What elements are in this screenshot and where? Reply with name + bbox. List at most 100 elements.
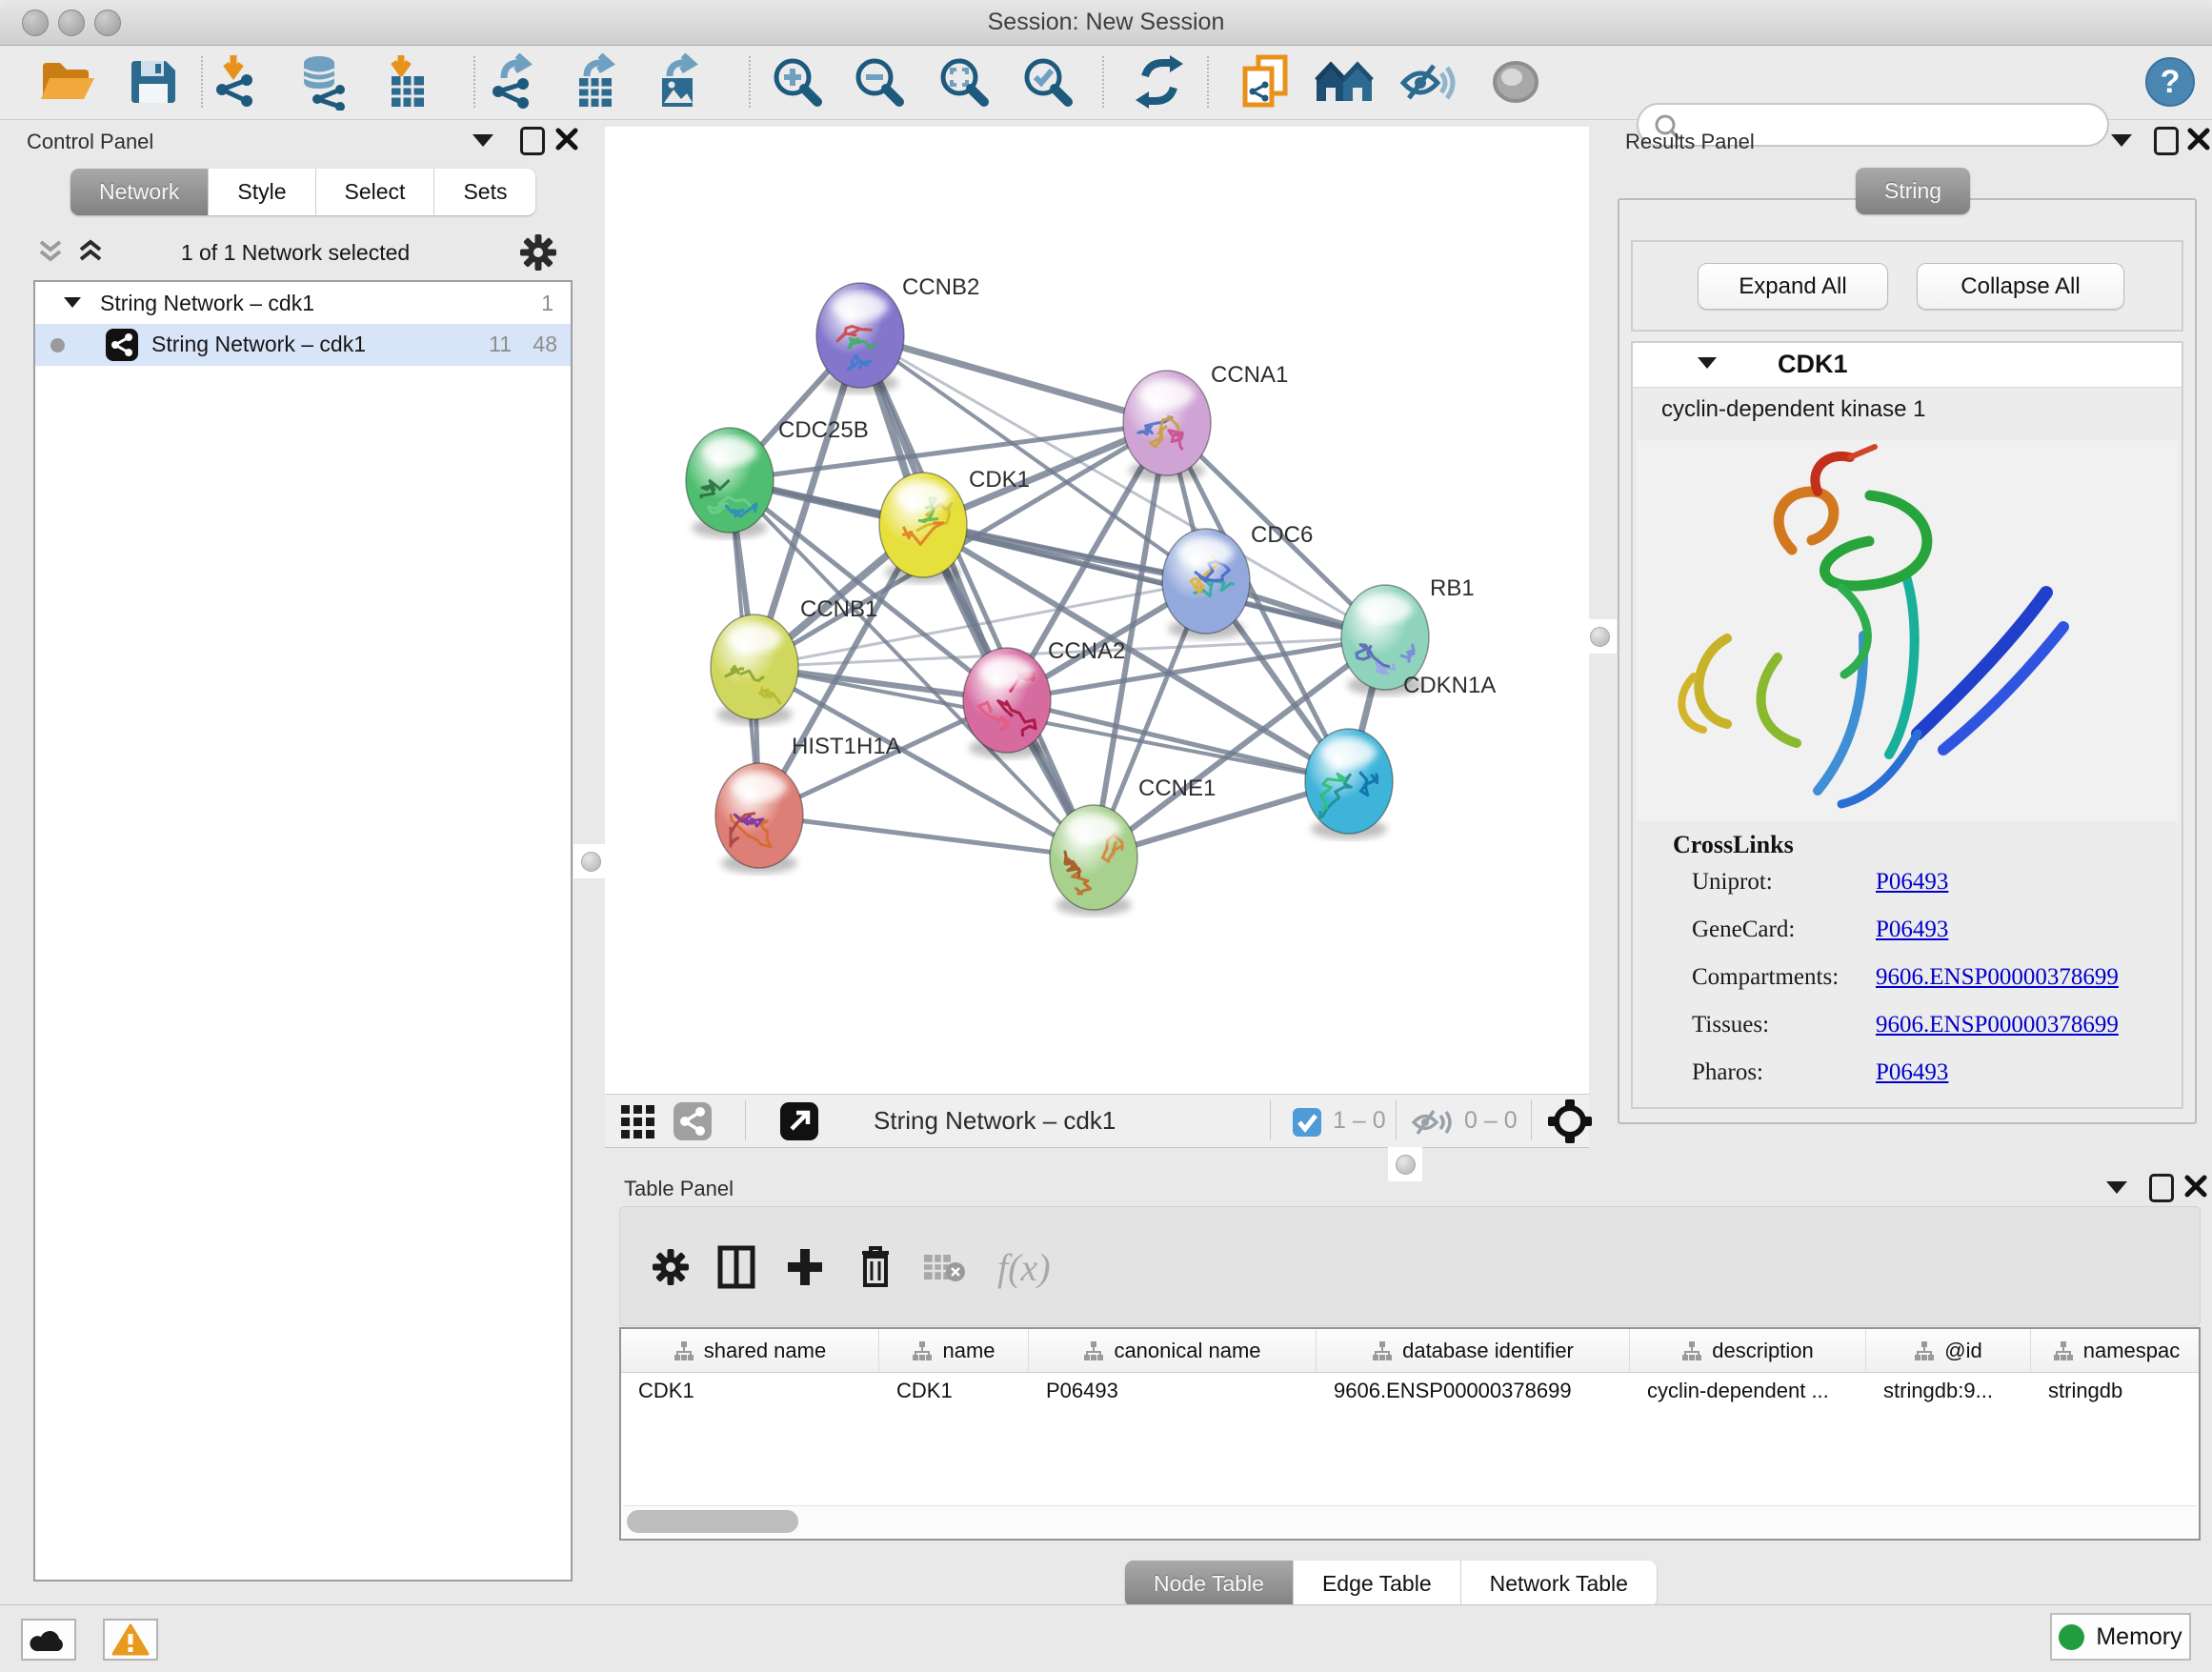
grid-view-icon[interactable] — [620, 1104, 656, 1140]
tab-node-table[interactable]: Node Table — [1125, 1561, 1294, 1607]
tab-sets[interactable]: Sets — [434, 169, 535, 215]
tab-select[interactable]: Select — [316, 169, 435, 215]
show-columns-icon[interactable] — [717, 1245, 755, 1289]
left-splitter-handle[interactable] — [573, 844, 608, 878]
expand-all-button[interactable]: Expand All — [1698, 263, 1888, 310]
table-cell[interactable]: CDK1 — [638, 1379, 875, 1403]
save-session-button[interactable] — [126, 55, 179, 109]
network-node-CDC25B[interactable] — [686, 428, 774, 538]
houses-icon-button[interactable] — [1315, 57, 1377, 107]
zoom-out-button[interactable] — [852, 54, 907, 110]
fit-selected-crosshair-icon[interactable] — [1548, 1099, 1592, 1143]
table-cell[interactable]: P06493 — [1046, 1379, 1313, 1403]
horizontal-scrollbar[interactable] — [623, 1505, 2197, 1537]
panel-float-icon[interactable] — [2154, 127, 2179, 155]
delete-column-trash-icon[interactable] — [856, 1243, 895, 1289]
memory-button[interactable]: Memory — [2050, 1613, 2191, 1661]
node-label-CCNA2: CCNA2 — [1048, 638, 1125, 664]
network-edge-HIST1H1A-CCNE1[interactable] — [759, 816, 1094, 857]
panel-close-icon[interactable] — [2183, 1174, 2208, 1199]
panel-float-icon[interactable] — [2149, 1174, 2174, 1202]
network-node-HIST1H1A[interactable] — [715, 763, 803, 874]
table-cell[interactable]: stringdb — [2048, 1379, 2199, 1403]
export-image-button[interactable] — [651, 53, 706, 111]
collapse-all-button[interactable]: Collapse All — [1917, 263, 2124, 310]
zoom-in-button[interactable] — [770, 54, 825, 110]
network-row-selected[interactable]: String Network – cdk1 11 48 — [35, 324, 571, 366]
gene-section: CDK1 cyclin-dependent kinase 1 — [1631, 341, 2183, 1109]
network-collection-row[interactable]: String Network – cdk1 1 — [35, 284, 571, 324]
refresh-layout-button[interactable] — [1132, 55, 1187, 109]
help-button[interactable]: ? — [2144, 56, 2196, 108]
memory-status-dot-icon — [2059, 1624, 2084, 1650]
panel-menu-caret-icon[interactable] — [2106, 1181, 2127, 1194]
network-edge-CCNB2-CCNE1[interactable] — [860, 335, 1094, 857]
import-table-button[interactable] — [378, 53, 432, 111]
network-node-CDC6[interactable] — [1162, 529, 1250, 639]
column-header-database-identifier[interactable]: database identifier — [1317, 1329, 1630, 1372]
open-in-window-icon[interactable] — [780, 1102, 818, 1140]
network-node-CCNB1[interactable] — [711, 614, 798, 725]
import-network-database-button[interactable] — [294, 53, 353, 111]
duplicate-network-button[interactable] — [1237, 53, 1291, 111]
gene-collapse-caret-icon[interactable] — [1698, 357, 1717, 369]
column-header-name[interactable]: name — [879, 1329, 1029, 1372]
gene-description: cyclin-dependent kinase 1 — [1661, 396, 1926, 423]
tab-edge-table[interactable]: Edge Table — [1294, 1561, 1461, 1607]
column-header-shared-name[interactable]: shared name — [621, 1329, 879, 1372]
cloud-button[interactable] — [21, 1619, 76, 1661]
results-panel: Results Panel String Expand All Collapse… — [1610, 120, 2212, 1130]
open-session-button[interactable] — [37, 55, 96, 109]
export-table-button[interactable] — [568, 53, 623, 111]
tree-expand-caret-icon[interactable] — [64, 297, 81, 308]
table-cell[interactable]: 9606.ENSP00000378699 — [1334, 1379, 1626, 1403]
column-header-namespac[interactable]: namespac — [2031, 1329, 2201, 1372]
network-node-CCNA2[interactable] — [963, 648, 1051, 758]
gear-icon[interactable] — [518, 232, 558, 272]
zoom-selected-button[interactable] — [1020, 54, 1076, 110]
tab-style[interactable]: Style — [209, 169, 315, 215]
crosslink-row: Pharos:P06493 — [1692, 1059, 2168, 1107]
zoom-fit-button[interactable] — [936, 54, 992, 110]
export-network-button[interactable] — [487, 53, 542, 111]
panel-menu-caret-icon[interactable] — [473, 134, 493, 147]
show-all-eye-button[interactable] — [1488, 58, 1543, 106]
gear-icon[interactable] — [651, 1247, 691, 1287]
table-toolbar: f(x) — [619, 1206, 2201, 1326]
crosslink-link[interactable]: 9606.ENSP00000378699 — [1876, 1012, 2119, 1038]
column-header-description[interactable]: description — [1630, 1329, 1866, 1372]
panel-close-icon[interactable] — [554, 127, 579, 151]
import-network-file-button[interactable] — [211, 53, 266, 111]
tab-string[interactable]: String — [1856, 168, 1970, 214]
table-cell[interactable]: stringdb:9... — [1883, 1379, 2027, 1403]
warnings-button[interactable] — [103, 1619, 158, 1661]
gene-header[interactable]: CDK1 — [1633, 343, 2182, 388]
panel-close-icon[interactable] — [2186, 127, 2211, 151]
crosslink-link[interactable]: P06493 — [1876, 1059, 1948, 1086]
column-header-canonical-name[interactable]: canonical name — [1029, 1329, 1317, 1372]
add-column-plus-icon[interactable] — [784, 1245, 826, 1289]
network-node-CDKN1A[interactable] — [1305, 729, 1393, 839]
network-selected-status: 1 of 1 Network selected — [10, 240, 581, 266]
network-share-icon — [106, 329, 138, 361]
network-canvas[interactable]: CCNB2CCNA1CDC25BCDK1CDC6RB1CCNB1CCNA2CDK… — [605, 127, 1589, 1094]
crosslink-link[interactable]: P06493 — [1876, 917, 1948, 943]
table-cell[interactable]: cyclin-dependent ... — [1647, 1379, 1862, 1403]
crosslink-link[interactable]: 9606.ENSP00000378699 — [1876, 964, 2119, 991]
hide-selected-eye-slash-button[interactable] — [1398, 56, 1458, 108]
selected-checkbox-icon[interactable] — [1293, 1108, 1321, 1137]
birds-eye-share-icon[interactable] — [674, 1102, 712, 1140]
network-node-CCNB2[interactable] — [816, 283, 904, 393]
tab-network-table[interactable]: Network Table — [1461, 1561, 1657, 1607]
column-header-@id[interactable]: @id — [1866, 1329, 2031, 1372]
panel-menu-caret-icon[interactable] — [2111, 134, 2132, 147]
network-node-CCNA1[interactable] — [1123, 371, 1211, 481]
network-node-CDK1[interactable] — [879, 473, 967, 583]
tab-network[interactable]: Network — [70, 169, 209, 215]
network-edge-CCNB2-CCNA1[interactable] — [860, 335, 1167, 423]
crosslink-link[interactable]: P06493 — [1876, 869, 1948, 896]
network-node-CCNE1[interactable] — [1050, 805, 1137, 916]
scrollbar-thumb[interactable] — [627, 1510, 798, 1533]
table-cell[interactable]: CDK1 — [896, 1379, 1025, 1403]
panel-float-icon[interactable] — [520, 127, 545, 155]
